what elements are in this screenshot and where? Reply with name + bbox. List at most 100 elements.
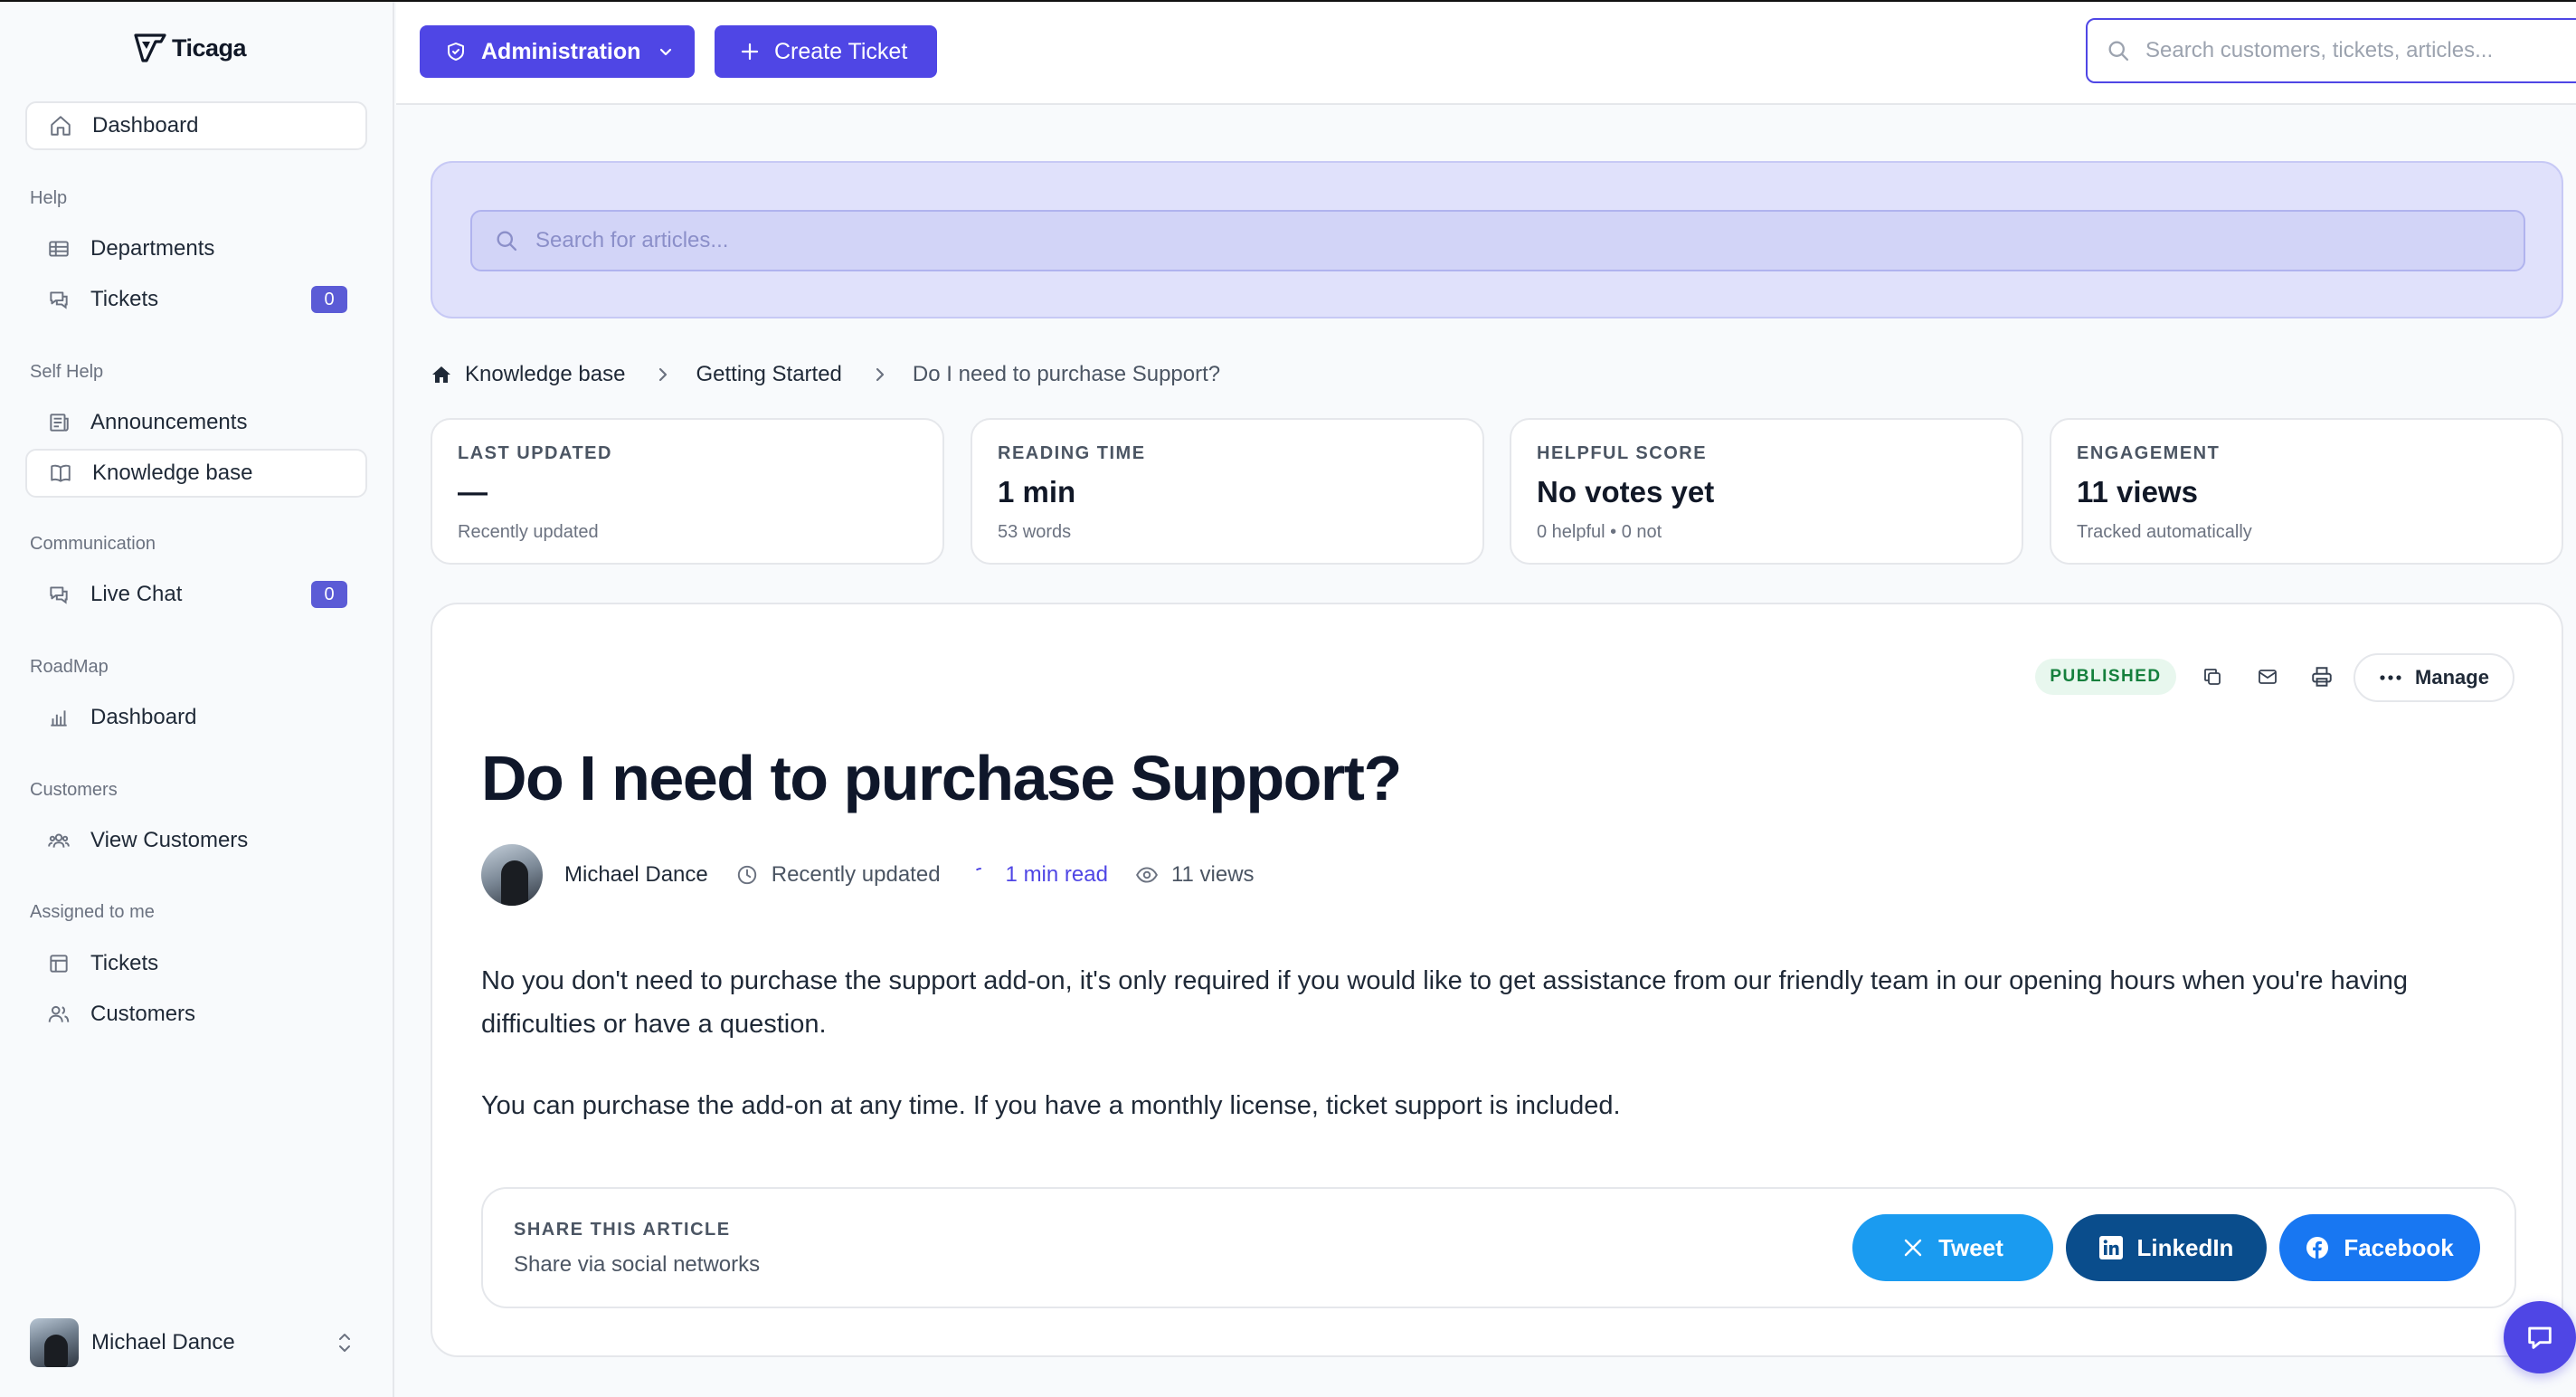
- linkedin-logo-icon: [2098, 1236, 2123, 1259]
- stat-subtext: 0 helpful • 0 not: [1537, 522, 1662, 542]
- sidebar: Ticaga Dashboard Help Departments Ticket…: [0, 2, 394, 1397]
- clock-icon: [735, 863, 759, 887]
- ticaga-logo-icon: [134, 33, 166, 62]
- more-horizontal-icon: [2379, 674, 2402, 681]
- section-label-assigned: Assigned to me: [30, 902, 155, 922]
- home-icon[interactable]: [431, 364, 452, 385]
- sidebar-item-label: Dashboard: [92, 113, 199, 138]
- avatar: [30, 1318, 79, 1367]
- administration-label: Administration: [481, 38, 641, 64]
- breadcrumb: Knowledge base Getting Started Do I need…: [431, 358, 1220, 391]
- newspaper-icon: [45, 409, 72, 436]
- table-icon: [45, 235, 72, 262]
- linkedin-label: LinkedIn: [2136, 1233, 2234, 1261]
- tweet-button[interactable]: Tweet: [1852, 1214, 2053, 1281]
- stat-card-last-updated: LAST UPDATED — Recently updated: [431, 418, 944, 565]
- share-panel: SHARE THIS ARTICLE Share via social netw…: [481, 1187, 2516, 1308]
- administration-dropdown-button[interactable]: Administration: [420, 25, 695, 78]
- section-label-customers: Customers: [30, 780, 118, 800]
- app-name: Ticaga: [172, 33, 247, 62]
- bar-chart-icon: [45, 704, 72, 731]
- users-group-icon: [45, 827, 72, 854]
- top-bar: Administration Create Ticket: [396, 2, 2576, 105]
- sidebar-item-assigned-tickets[interactable]: Tickets: [25, 939, 367, 988]
- breadcrumb-current: Do I need to purchase Support?: [912, 362, 1221, 386]
- chat-bubble-icon: [2524, 1322, 2556, 1353]
- view-count: 11 views: [1170, 862, 1255, 887]
- article-card: PUBLISHED Manage Do I need to purchase S…: [431, 603, 2563, 1357]
- printer-icon[interactable]: [2307, 662, 2336, 691]
- section-label-self-help: Self Help: [30, 362, 104, 382]
- stat-card-reading-time: READING TIME 1 min 53 words: [971, 418, 1484, 565]
- breadcrumb-root[interactable]: Knowledge base: [465, 362, 625, 387]
- global-search[interactable]: [2086, 18, 2576, 83]
- plus-icon: [740, 42, 760, 62]
- sidebar-item-departments[interactable]: Departments: [25, 224, 367, 273]
- breadcrumb-category[interactable]: Getting Started: [696, 362, 841, 387]
- sidebar-item-announcements[interactable]: Announcements: [25, 398, 367, 447]
- user-name: Michael Dance: [91, 1330, 235, 1354]
- facebook-button[interactable]: Facebook: [2279, 1214, 2480, 1281]
- app-logo[interactable]: Ticaga: [134, 33, 247, 63]
- sidebar-item-knowledge-base[interactable]: Knowledge base: [25, 449, 367, 498]
- tickets-count-badge: 0: [311, 286, 347, 313]
- copy-icon[interactable]: [2198, 662, 2227, 691]
- mail-icon[interactable]: [2253, 662, 2282, 691]
- linkedin-button[interactable]: LinkedIn: [2066, 1214, 2267, 1281]
- author-avatar: [481, 844, 543, 906]
- sidebar-item-label: Customers: [90, 1002, 196, 1026]
- manage-button[interactable]: Manage: [2353, 653, 2514, 702]
- shield-icon: [445, 41, 467, 62]
- eye-icon: [1135, 863, 1159, 887]
- share-title: SHARE THIS ARTICLE: [514, 1220, 731, 1240]
- stat-label: ENGAGEMENT: [2077, 443, 2221, 463]
- sidebar-item-view-customers[interactable]: View Customers: [25, 816, 367, 865]
- live-chat-count-badge: 0: [311, 581, 347, 608]
- tweet-label: Tweet: [1938, 1233, 2003, 1261]
- article-search-input[interactable]: [535, 228, 2435, 253]
- sidebar-item-label: Tickets: [90, 951, 159, 975]
- sidebar-item-label: Departments: [90, 236, 215, 261]
- x-logo-icon: [1902, 1237, 1924, 1259]
- stat-label: LAST UPDATED: [458, 443, 612, 463]
- stat-subtext: 53 words: [998, 522, 1072, 542]
- facebook-logo-icon: [2306, 1236, 2329, 1259]
- chevron-right-icon: [656, 365, 670, 385]
- read-time: 1 min read: [1005, 862, 1108, 887]
- stat-value: 11 views: [2077, 475, 2198, 508]
- sidebar-item-live-chat[interactable]: Live Chat 0: [25, 570, 367, 619]
- author-name[interactable]: Michael Dance: [564, 862, 708, 888]
- sidebar-item-label: Announcements: [90, 410, 248, 434]
- create-ticket-label: Create Ticket: [774, 38, 908, 64]
- share-subtitle: Share via social networks: [514, 1252, 761, 1277]
- sidebar-item-label: Knowledge base: [92, 461, 253, 485]
- search-icon: [494, 228, 519, 253]
- stat-card-engagement: ENGAGEMENT 11 views Tracked automaticall…: [2050, 418, 2563, 565]
- article-meta: Michael Dance Recently updated 1 min rea…: [481, 843, 1255, 907]
- user-menu[interactable]: Michael Dance: [30, 1317, 355, 1368]
- live-chat-launcher-button[interactable]: [2504, 1301, 2576, 1373]
- ticket-icon: [45, 950, 72, 977]
- stat-label: HELPFUL SCORE: [1537, 443, 1708, 463]
- section-label-roadmap: RoadMap: [30, 657, 109, 677]
- global-search-input[interactable]: [2145, 38, 2571, 63]
- sidebar-item-tickets[interactable]: Tickets 0: [25, 275, 367, 324]
- article-search[interactable]: [470, 210, 2525, 271]
- chevron-down-icon: [657, 43, 675, 61]
- section-label-help: Help: [30, 188, 68, 208]
- create-ticket-button[interactable]: Create Ticket: [715, 25, 937, 78]
- users-icon: [45, 1001, 72, 1028]
- sidebar-item-roadmap-dashboard[interactable]: Dashboard: [25, 693, 367, 742]
- article-paragraph: No you don't need to purchase the suppor…: [481, 966, 2409, 1039]
- progress-ring-icon: [971, 863, 995, 887]
- article-title: Do I need to purchase Support?: [481, 743, 1402, 813]
- stat-value: 1 min: [998, 475, 1076, 508]
- stat-subtext: Recently updated: [458, 522, 599, 542]
- book-open-icon: [47, 460, 74, 487]
- sidebar-item-label: Dashboard: [90, 705, 197, 729]
- stat-card-helpful-score: HELPFUL SCORE No votes yet 0 helpful • 0…: [1510, 418, 2023, 565]
- sidebar-item-assigned-customers[interactable]: Customers: [25, 990, 367, 1039]
- search-icon: [2106, 38, 2131, 63]
- sidebar-item-dashboard[interactable]: Dashboard: [25, 101, 367, 150]
- stat-subtext: Tracked automatically: [2077, 522, 2252, 542]
